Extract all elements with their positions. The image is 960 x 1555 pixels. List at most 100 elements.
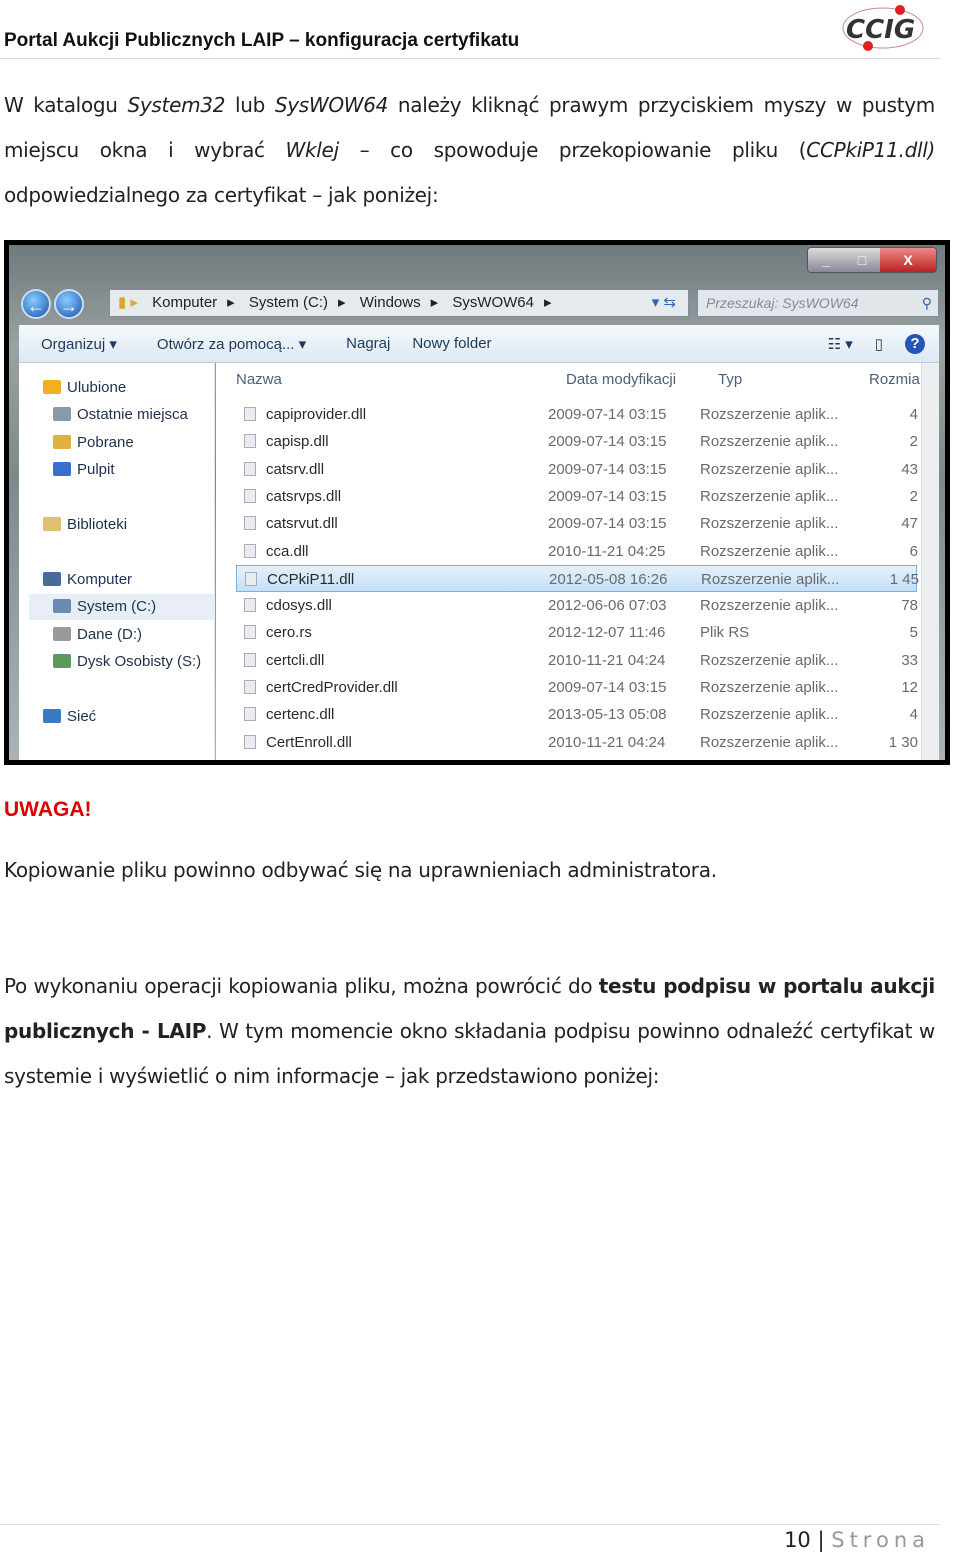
file-row[interactable]: certCredProvider.dll 2009-07-14 03:15 Rozs… xyxy=(236,674,918,701)
sidebar-item[interactable]: Biblioteki xyxy=(43,512,127,538)
file-row[interactable]: cdosys.dll 2012-06-06 07:03 Rozszerzenie a… xyxy=(236,592,918,619)
sidebar-item-label: Dane (D:) xyxy=(77,626,143,643)
file-type: Rozszerzenie aplik... xyxy=(700,487,839,505)
file-row[interactable]: CertEnroll.dll 2010-11-21 04:24 Rozszerzen… xyxy=(236,729,918,756)
column-header-size[interactable]: Rozmia xyxy=(869,371,920,388)
open-with-button[interactable]: Otwórz za pomocą... ▾ xyxy=(157,335,306,353)
file-row[interactable]: cca.dll 2010-11-21 04:25 Rozszerzenie apli… xyxy=(236,538,918,565)
footer-divider xyxy=(0,1524,940,1525)
file-size: 2 xyxy=(909,487,918,505)
file-row[interactable]: cero.rs 2012-12-07 11:46 Plik RS 5 xyxy=(236,619,918,646)
sidebar-item-label: Pulpit xyxy=(77,461,115,478)
help-icon[interactable]: ? xyxy=(905,333,925,354)
file-type: Plik RS xyxy=(700,624,750,642)
file-row[interactable]: catsrv.dll 2009-07-14 03:15 Rozszerzenie a… xyxy=(236,456,918,483)
burn-button[interactable]: Nagraj xyxy=(346,335,390,352)
file-row[interactable]: certenc.dll 2013-05-13 05:08 Rozszerzenie … xyxy=(236,701,918,728)
dll-file-icon xyxy=(244,488,256,503)
file-row[interactable]: capiprovider.dll 2009-07-14 03:15 Rozszerz… xyxy=(236,401,918,428)
file-row[interactable]: certcli.dll 2010-11-21 04:24 Rozszerzenie … xyxy=(236,647,918,674)
sidebar-item[interactable]: Dysk Osobisty (S:) xyxy=(53,649,201,675)
minimize-button[interactable]: _ xyxy=(808,248,844,272)
page-footer: 10 | Strona xyxy=(784,1528,930,1552)
preview-pane-icon[interactable]: ▯ xyxy=(875,335,883,353)
sidebar-item[interactable]: System (C:) xyxy=(29,594,215,620)
file-name: catsrvut.dll xyxy=(244,510,338,537)
search-icon[interactable]: ⚲ xyxy=(922,290,932,316)
column-header-name[interactable]: Nazwa xyxy=(236,371,282,388)
file-type: Rozszerzenie aplik... xyxy=(700,433,839,451)
file-size: 4 xyxy=(909,406,918,423)
sidebar-item-label: Sieć xyxy=(67,708,97,725)
sidebar-item[interactable]: Sieć xyxy=(43,704,96,730)
new-folder-button[interactable]: Nowy folder xyxy=(412,335,491,352)
file-type: Rozszerzenie aplik... xyxy=(701,570,840,588)
file-date: 2009-07-14 03:15 xyxy=(548,433,667,451)
file-name: catsrv.dll xyxy=(244,456,324,483)
sidebar-item[interactable]: Pobrane xyxy=(53,430,134,456)
file-name: certcli.dll xyxy=(244,647,324,674)
dll-file-icon xyxy=(244,734,256,749)
file-type: Rozszerzenie aplik... xyxy=(700,542,839,560)
sidebar-item-label: Dysk Osobisty (S:) xyxy=(77,653,202,670)
maximize-button[interactable]: □ xyxy=(844,248,880,272)
file-name: cdosys.dll xyxy=(244,592,332,619)
sidebar-item-label: Ostatnie miejsca xyxy=(77,406,188,423)
vertical-scrollbar[interactable] xyxy=(921,363,939,760)
sidebar-icon xyxy=(43,517,61,531)
file-date: 2013-05-13 05:08 xyxy=(548,706,667,724)
file-row[interactable]: catsrvut.dll 2009-07-14 03:15 Rozszerzenie… xyxy=(236,510,918,537)
file-type: Rozszerzenie aplik... xyxy=(700,706,839,724)
sidebar-item[interactable]: Komputer xyxy=(43,567,132,593)
breadcrumb-windows[interactable]: Windows xyxy=(360,294,421,311)
sidebar-item[interactable]: Dane (D:) xyxy=(53,622,142,648)
file-size: 4 xyxy=(909,706,918,724)
file-date: 2012-06-06 07:03 xyxy=(548,597,667,615)
search-input[interactable]: Przeszukaj: SysWOW64 ⚲ xyxy=(697,289,939,317)
file-date: 2012-05-08 16:26 xyxy=(549,570,668,588)
organize-button[interactable]: Organizuj ▾ xyxy=(41,335,117,353)
file-size: 78 xyxy=(901,597,918,615)
file-date: 2009-07-14 03:15 xyxy=(548,515,667,533)
breadcrumb-komputer[interactable]: Komputer xyxy=(152,294,217,311)
file-row[interactable]: capisp.dll 2009-07-14 03:15 Rozszerzenie a… xyxy=(236,428,918,455)
file-name: CCPkiP11.dll xyxy=(245,566,354,593)
page-header-title: Portal Aukcji Publicznych LAIP – konfigu… xyxy=(4,30,520,51)
breadcrumb-syswow64[interactable]: SysWOW64 xyxy=(452,294,534,311)
file-name: capiprovider.dll xyxy=(244,401,366,428)
folder-icon: ▮ ▸ xyxy=(118,294,138,311)
sidebar-item[interactable]: Ostatnie miejsca xyxy=(53,402,188,428)
sidebar-item[interactable]: Pulpit xyxy=(53,457,115,483)
file-name: catsrvps.dll xyxy=(244,483,341,510)
column-header-type[interactable]: Typ xyxy=(718,371,742,388)
sidebar-item-label: Pobrane xyxy=(77,434,134,451)
file-row[interactable]: catsrvps.dll 2009-07-14 03:15 Rozszerzenie… xyxy=(236,483,918,510)
close-button[interactable]: X xyxy=(880,248,936,272)
file-type: Rozszerzenie aplik... xyxy=(700,733,839,751)
breadcrumb-system-c[interactable]: System (C:) xyxy=(249,294,328,311)
paragraph-intro: W katalogu System32 lub SysWOW64 należy … xyxy=(4,93,935,207)
file-row[interactable]: CCPkiP11.dll 2012-05-08 16:26 Rozszerzenie… xyxy=(236,564,919,593)
column-header-date[interactable]: Data modyfikacji xyxy=(566,371,676,388)
window-controls: _ □ X xyxy=(807,247,937,273)
file-list: Nazwa Data modyfikacji Typ Rozmia capipr… xyxy=(216,363,939,760)
dll-file-icon xyxy=(244,434,256,449)
file-size: 33 xyxy=(901,651,918,669)
file-size: 1 45 xyxy=(889,570,919,588)
file-size: 5 xyxy=(909,624,918,642)
file-size: 2 xyxy=(909,433,918,451)
address-bar[interactable]: ▮ ▸ Komputer ▸ System (C:) ▸ Windows ▸ SysW… xyxy=(109,289,689,317)
sidebar-item[interactable]: Ulubione xyxy=(43,375,126,401)
file-name: capisp.dll xyxy=(244,428,329,455)
refresh-icon[interactable]: ▾ ⇆ xyxy=(652,290,676,316)
file-type: Rozszerzenie aplik... xyxy=(700,460,839,478)
back-arrow-icon[interactable]: ← xyxy=(21,289,51,319)
file-type: Rozszerzenie aplik... xyxy=(700,597,839,615)
file-size: 6 xyxy=(909,542,918,560)
sidebar-item-label: Komputer xyxy=(67,571,133,588)
file-name: CertEnroll.dll xyxy=(244,729,352,756)
file-size: 12 xyxy=(901,679,918,696)
forward-arrow-icon[interactable]: → xyxy=(54,289,84,319)
view-options-icon[interactable]: ☷ ▾ xyxy=(828,335,853,353)
command-toolbar: Organizuj ▾ Otwórz za pomocą... ▾ Nagraj… xyxy=(19,325,939,363)
